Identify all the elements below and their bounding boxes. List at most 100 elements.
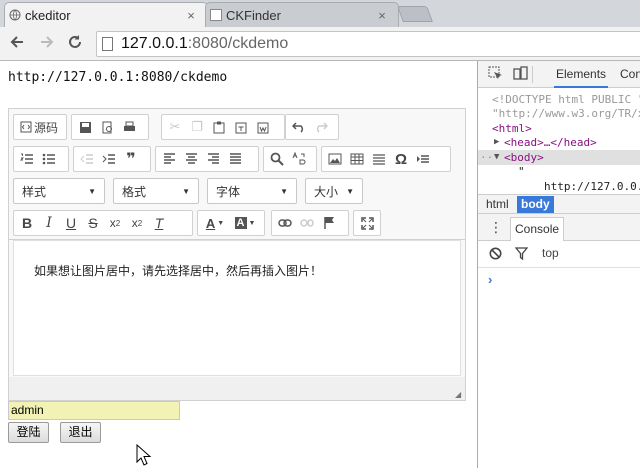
paste-icon[interactable] (208, 116, 230, 138)
toolbar-group-undo (285, 114, 339, 140)
horizontal-rule-icon[interactable] (368, 148, 390, 170)
dom-doctype-url: "http://www.w3.org/TR/xhtml1/DTD/ (492, 107, 640, 120)
source-label: 源码 (34, 120, 59, 135)
tab-ckfinder[interactable]: CKFinder × (205, 2, 399, 27)
mouse-cursor-icon (136, 444, 152, 466)
align-justify-icon[interactable] (224, 148, 246, 170)
italic-icon[interactable]: I (38, 212, 60, 234)
page-content: http://127.0.0.1:8080/ckdemo 源码 ✂ ❐ ❞ Ω … (0, 61, 477, 468)
address-bar[interactable]: 127.0.0.1:8080/ckdemo (96, 31, 640, 57)
table-icon[interactable] (346, 148, 368, 170)
chevron-down-icon: ▼ (280, 186, 288, 196)
bulleted-list-icon[interactable] (38, 148, 60, 170)
paste-text-icon[interactable] (230, 116, 252, 138)
dom-body-tag[interactable]: <body> (504, 150, 544, 165)
drawer-tabbar: ⋮ Console (478, 214, 640, 241)
remove-format-icon[interactable]: T (148, 212, 170, 234)
close-icon[interactable]: × (376, 8, 388, 23)
align-left-icon[interactable] (158, 148, 180, 170)
more-vertical-icon[interactable]: ⋮ (489, 219, 503, 236)
underline-icon[interactable]: U (60, 212, 82, 234)
dom-html-tag[interactable]: <html> (492, 121, 532, 136)
username-input[interactable]: admin (8, 401, 180, 420)
font-combo[interactable]: 字体 ▼ (207, 178, 297, 204)
align-center-icon[interactable] (180, 148, 202, 170)
find-icon[interactable] (266, 148, 288, 170)
maximize-icon[interactable] (356, 212, 378, 234)
dom-text-node[interactable]: http://127.0.0.1:8080 (544, 179, 640, 194)
crumb-body[interactable]: body (517, 196, 554, 213)
toolbar-group-clipboard: ✂ ❐ (161, 114, 285, 140)
source-icon (20, 121, 32, 133)
toolbar-group-document: 源码 (13, 114, 67, 140)
new-tab-button[interactable] (397, 6, 433, 22)
console-toolbar: top (478, 241, 640, 268)
superscript-icon[interactable]: x2 (126, 212, 148, 234)
save-icon[interactable] (74, 116, 96, 138)
tab-console[interactable]: Con (618, 61, 640, 88)
redo-icon[interactable] (310, 116, 332, 138)
bold-icon[interactable]: B (16, 212, 38, 234)
toolbar-group-links (271, 210, 349, 236)
device-mode-icon[interactable] (512, 66, 528, 82)
editor-toolbar: 源码 ✂ ❐ ❞ Ω 样式 ▼ 格式 ▼ 字体 ▼ 大小 ▼ B I U S x… (9, 109, 465, 240)
numbered-list-icon[interactable] (16, 148, 38, 170)
reload-icon[interactable] (64, 33, 86, 55)
special-char-icon[interactable]: Ω (390, 148, 412, 170)
toolbar-group-lists (13, 146, 69, 172)
dom-tree: <!DOCTYPE html PUBLIC "-//W3C// "http://… (478, 89, 640, 199)
tab-title: ckeditor (25, 7, 71, 23)
dom-text-quote: " (518, 165, 525, 178)
source-button[interactable]: 源码 (16, 116, 62, 138)
address-path: :8080/ckdemo (187, 35, 289, 52)
dom-head-tag[interactable]: <head>…</head> (504, 135, 597, 150)
toolbar-group-tools (353, 210, 381, 236)
clear-console-icon[interactable] (488, 247, 502, 261)
forward-icon[interactable] (36, 33, 58, 55)
devtools-tabbar: Elements Con (478, 61, 640, 88)
bg-color-icon[interactable]: A ▼ (230, 212, 260, 234)
close-icon[interactable]: × (185, 8, 197, 23)
logout-button[interactable]: 退出 (60, 422, 101, 443)
globe-icon (9, 9, 21, 21)
indent-icon[interactable] (98, 148, 120, 170)
undo-icon[interactable] (288, 116, 310, 138)
cut-icon[interactable]: ✂ (164, 116, 186, 138)
blockquote-icon[interactable]: ❞ (120, 148, 142, 170)
tab-strip: ckeditor × CKFinder × (0, 0, 640, 27)
crumb-html[interactable]: html (482, 196, 513, 213)
styles-combo[interactable]: 样式 ▼ (13, 178, 105, 204)
tab-ckeditor[interactable]: ckeditor × (4, 2, 208, 27)
align-right-icon[interactable] (202, 148, 224, 170)
resize-handle-icon[interactable]: ◢ (455, 390, 463, 399)
dom-selected-row (478, 150, 640, 165)
subscript-icon[interactable]: x2 (104, 212, 126, 234)
replace-icon[interactable] (288, 148, 310, 170)
editor-content-area[interactable]: 如果想让图片居中，请先选择居中，然后再插入图片！ (13, 240, 461, 376)
outdent-icon[interactable] (76, 148, 98, 170)
strike-icon[interactable]: S (82, 212, 104, 234)
copy-icon[interactable]: ❐ (186, 116, 208, 138)
back-icon[interactable] (6, 33, 28, 55)
text-color-icon[interactable]: A ▼ (200, 212, 230, 234)
size-combo-label: 大小 (314, 184, 339, 199)
paste-word-icon[interactable] (252, 116, 274, 138)
collapse-arrow-icon[interactable]: ▼ (494, 150, 499, 165)
print-icon[interactable] (118, 116, 140, 138)
size-combo[interactable]: 大小 ▼ (305, 178, 363, 204)
inspect-element-icon[interactable] (487, 66, 503, 82)
page-break-icon[interactable] (412, 148, 434, 170)
login-button[interactable]: 登陆 (8, 422, 49, 443)
format-combo[interactable]: 格式 ▼ (113, 178, 199, 204)
console-prompt-icon[interactable]: › (488, 272, 492, 287)
image-icon[interactable] (324, 148, 346, 170)
tab-console-drawer[interactable]: Console (510, 217, 565, 241)
expand-arrow-icon[interactable]: ▶ (494, 135, 499, 150)
context-selector[interactable]: top (542, 246, 559, 260)
link-icon[interactable] (274, 212, 296, 234)
preview-icon[interactable] (96, 116, 118, 138)
filter-icon[interactable] (514, 247, 528, 261)
anchor-flag-icon[interactable] (318, 212, 340, 234)
tab-elements[interactable]: Elements (554, 61, 609, 88)
unlink-icon[interactable] (296, 212, 318, 234)
